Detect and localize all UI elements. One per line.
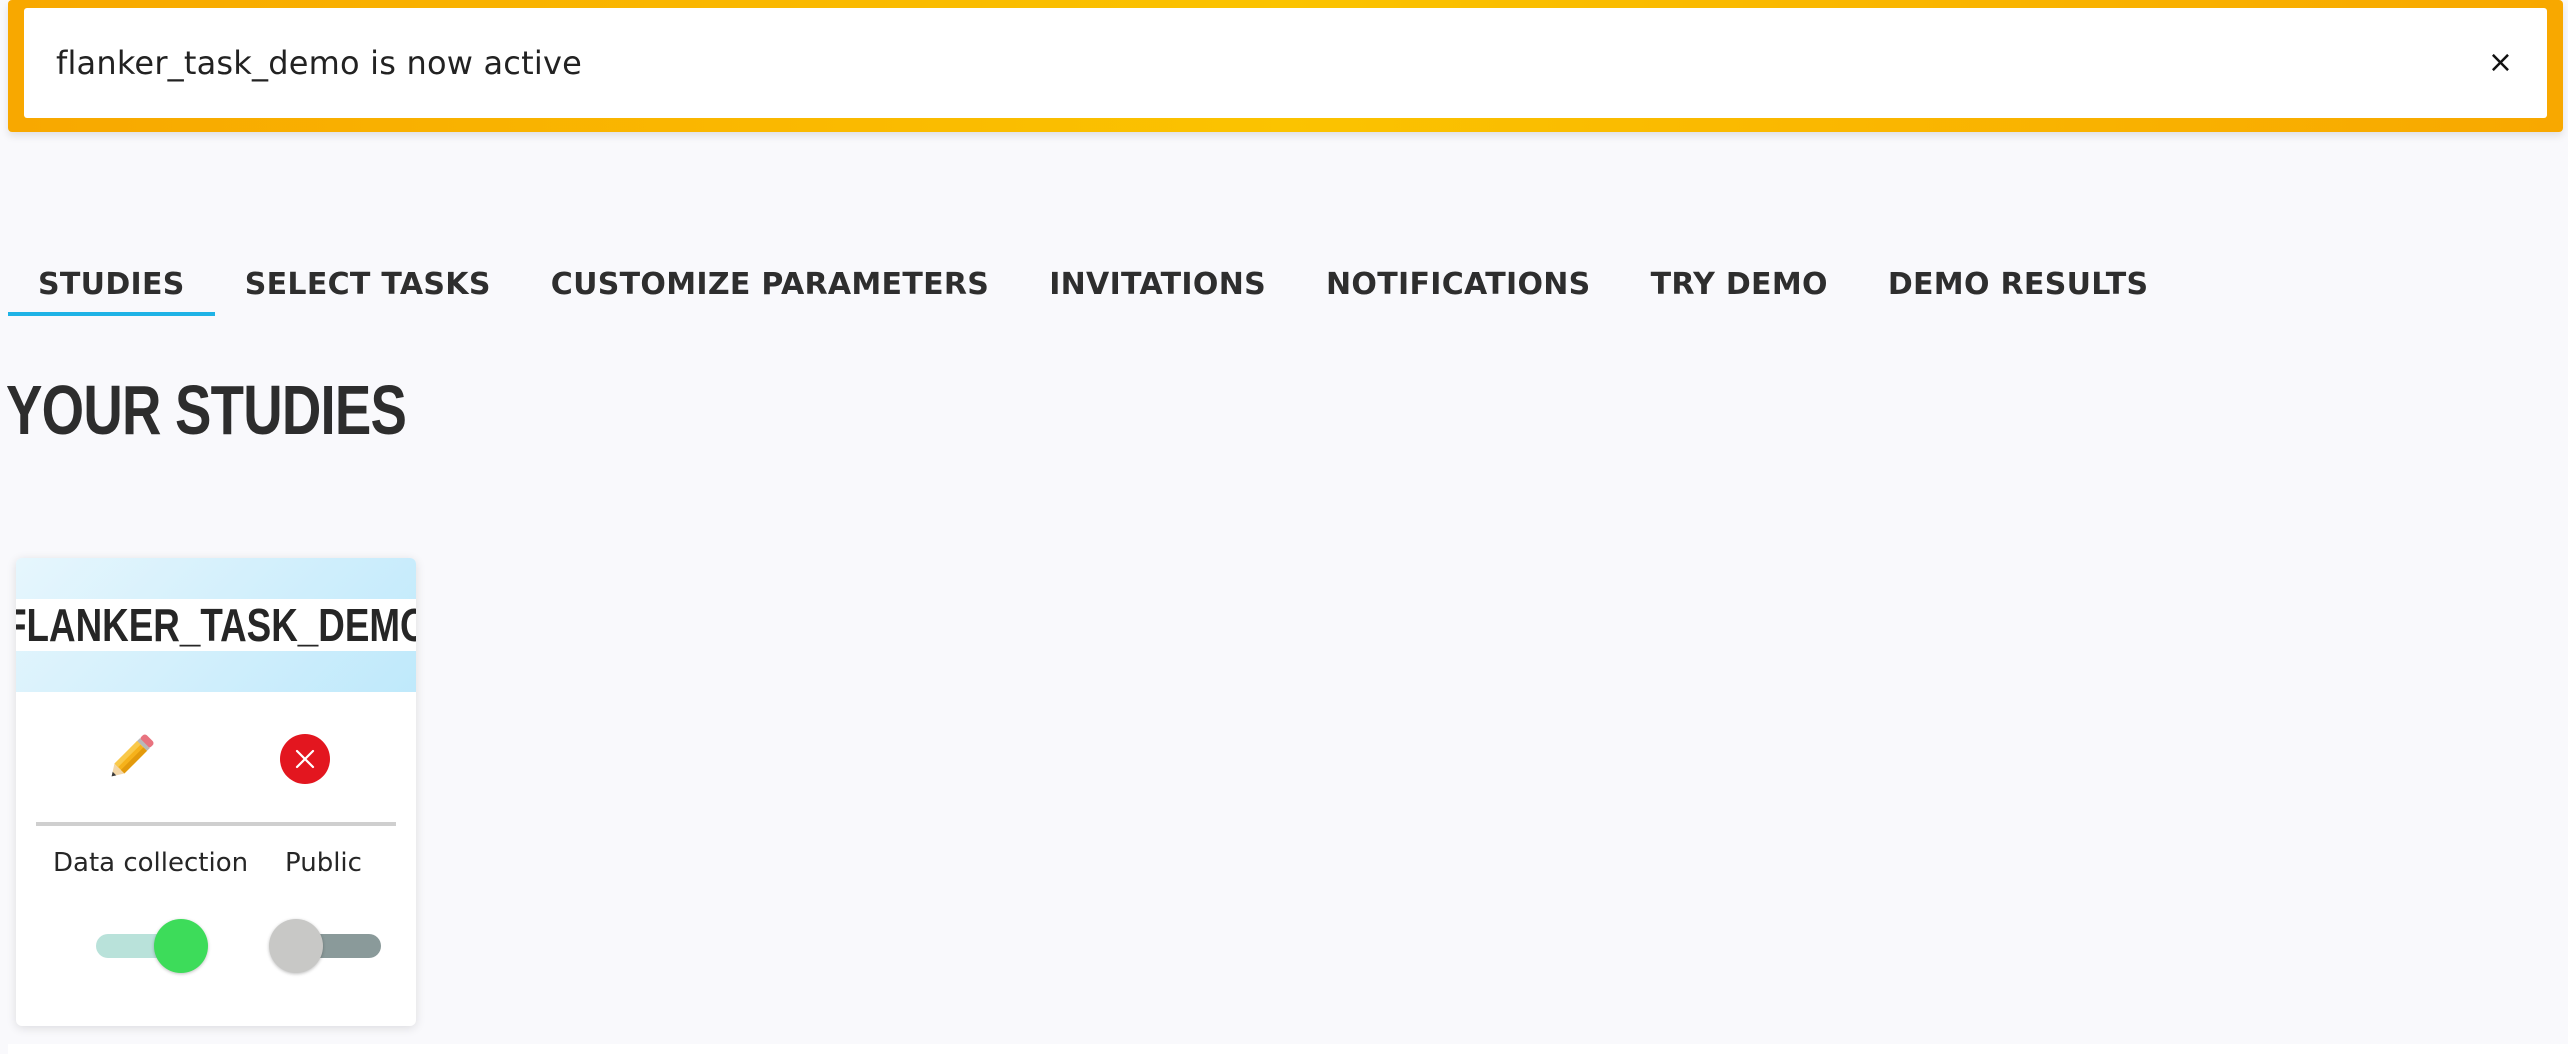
close-circle-icon[interactable] <box>280 734 330 784</box>
tab-notifications[interactable]: NOTIFICATIONS <box>1296 255 1621 316</box>
tab-select-tasks[interactable]: SELECT TASKS <box>215 255 521 316</box>
notification-message: flanker_task_demo is now active <box>56 44 582 82</box>
study-actions <box>16 692 416 822</box>
page: flanker_task_demo is now active × STUDIE… <box>0 0 2568 1054</box>
study-title: FLANKER_TASK_DEMO <box>16 598 416 652</box>
study-card: FLANKER_TASK_DEMO Data collection Public <box>16 558 416 1026</box>
tab-invitations[interactable]: INVITATIONS <box>1019 255 1296 316</box>
tab-demo-results[interactable]: DEMO RESULTS <box>1858 255 2179 316</box>
data-collection-label: Data collection <box>53 848 249 878</box>
study-card-header[interactable]: FLANKER_TASK_DEMO <box>16 558 416 692</box>
public-toggle[interactable] <box>263 916 393 976</box>
toggle-knob <box>154 919 208 973</box>
public-label: Public <box>285 848 362 878</box>
tab-studies[interactable]: STUDIES <box>8 255 215 316</box>
toggle-knob <box>269 919 323 973</box>
page-title: YOUR STUDIES <box>6 371 407 449</box>
tab-customize-parameters[interactable]: CUSTOMIZE PARAMETERS <box>521 255 1019 316</box>
study-toggles: Data collection Public <box>16 826 416 1026</box>
data-collection-toggle[interactable] <box>84 916 214 976</box>
tab-try-demo[interactable]: TRY DEMO <box>1621 255 1858 316</box>
pencil-icon[interactable] <box>100 728 160 788</box>
content-footer-edge <box>8 1044 2568 1054</box>
notification-body: flanker_task_demo is now active × <box>24 8 2547 118</box>
close-icon[interactable]: × <box>2488 48 2513 78</box>
tab-bar: STUDIES SELECT TASKS CUSTOMIZE PARAMETER… <box>8 250 2178 316</box>
notification-banner: flanker_task_demo is now active × <box>8 0 2563 132</box>
